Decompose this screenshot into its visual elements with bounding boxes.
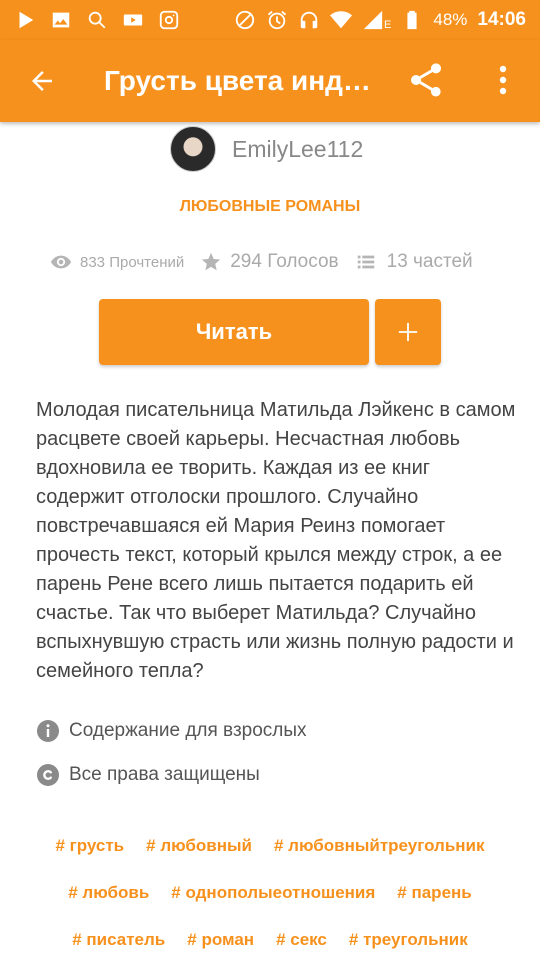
battery-icon: [401, 9, 423, 31]
instagram-icon: [158, 9, 180, 31]
tag[interactable]: # любовныйтреугольник: [274, 836, 485, 856]
tag[interactable]: # парень: [397, 883, 471, 903]
alarm-icon: [266, 9, 288, 31]
votes-stat: 294 Голосов: [200, 251, 339, 273]
copyright-label: Все права защищены: [69, 764, 260, 785]
plus-icon: [398, 322, 418, 342]
do-not-disturb-icon: [234, 9, 256, 31]
wifi-icon: [330, 9, 353, 31]
add-to-library-button[interactable]: [375, 299, 441, 365]
parts-stat: 13 частей: [355, 251, 473, 273]
more-vert-icon: [499, 65, 507, 95]
app-bar: Грусть цвета индиго: [0, 40, 540, 122]
copyright-icon: [37, 764, 59, 786]
tag[interactable]: # секс: [276, 930, 327, 950]
clock: 14:06: [477, 9, 526, 30]
tag-row: # грусть # любовный # любовныйтреугольни…: [0, 822, 540, 869]
list-icon: [357, 255, 374, 269]
avatar[interactable]: [170, 126, 216, 172]
youtube-icon: [122, 9, 144, 31]
info-icon: [37, 720, 59, 742]
share-icon: [411, 63, 441, 97]
tag[interactable]: # любовь: [68, 883, 149, 903]
battery-percent: 48%: [433, 10, 468, 29]
status-bar: E 48% 14:06: [0, 0, 540, 40]
headphones-icon: [298, 9, 320, 31]
story-stats: 833 Прочтений 294 Голосов 13 частей: [50, 248, 473, 276]
category-link[interactable]: ЛЮБОВНЫЕ РОМАНЫ: [0, 198, 540, 216]
network-badge: E: [384, 19, 392, 31]
eye-icon: [50, 255, 72, 269]
tag[interactable]: # роман: [187, 930, 254, 950]
share-button[interactable]: [400, 54, 452, 106]
tag[interactable]: # грусть: [55, 836, 124, 856]
tag-list: # грусть # любовный # любовныйтреугольни…: [0, 822, 540, 960]
tag-row: # любовь # однополыеотношения # парень: [0, 869, 540, 916]
search-icon: [86, 9, 108, 31]
story-title: Грусть цвета индиго: [104, 65, 374, 96]
copyright-row: Все права защищены: [36, 762, 260, 788]
author-row[interactable]: EmilyLee112: [170, 126, 363, 172]
read-button[interactable]: Читать: [99, 299, 369, 365]
arrow-back-icon: [32, 71, 52, 91]
reads-stat: 833 Прочтений: [50, 251, 184, 273]
mature-content-row: Содержание для взрослых: [36, 718, 307, 744]
reads-count: 833 Прочтений: [80, 253, 185, 271]
story-description: Молодая писательница Матильда Лэйкенс в …: [36, 399, 516, 682]
mature-content-label: Содержание для взрослых: [69, 720, 307, 741]
tag-row: # писатель # роман # секс # треугольник: [0, 916, 540, 960]
play-store-icon: [14, 9, 36, 31]
tag[interactable]: # любовный: [146, 836, 252, 856]
votes-count: 294 Голосов: [230, 251, 339, 272]
tag[interactable]: # треугольник: [349, 930, 468, 950]
gallery-icon: [50, 9, 72, 31]
star-icon: [202, 252, 221, 271]
signal-icon: [362, 9, 384, 31]
tag[interactable]: # писатель: [72, 930, 165, 950]
back-button[interactable]: [12, 51, 72, 111]
more-options-button[interactable]: [478, 54, 528, 106]
tag[interactable]: # однополыеотношения: [171, 883, 375, 903]
parts-count: 13 частей: [386, 251, 473, 272]
author-name[interactable]: EmilyLee112: [232, 136, 363, 163]
